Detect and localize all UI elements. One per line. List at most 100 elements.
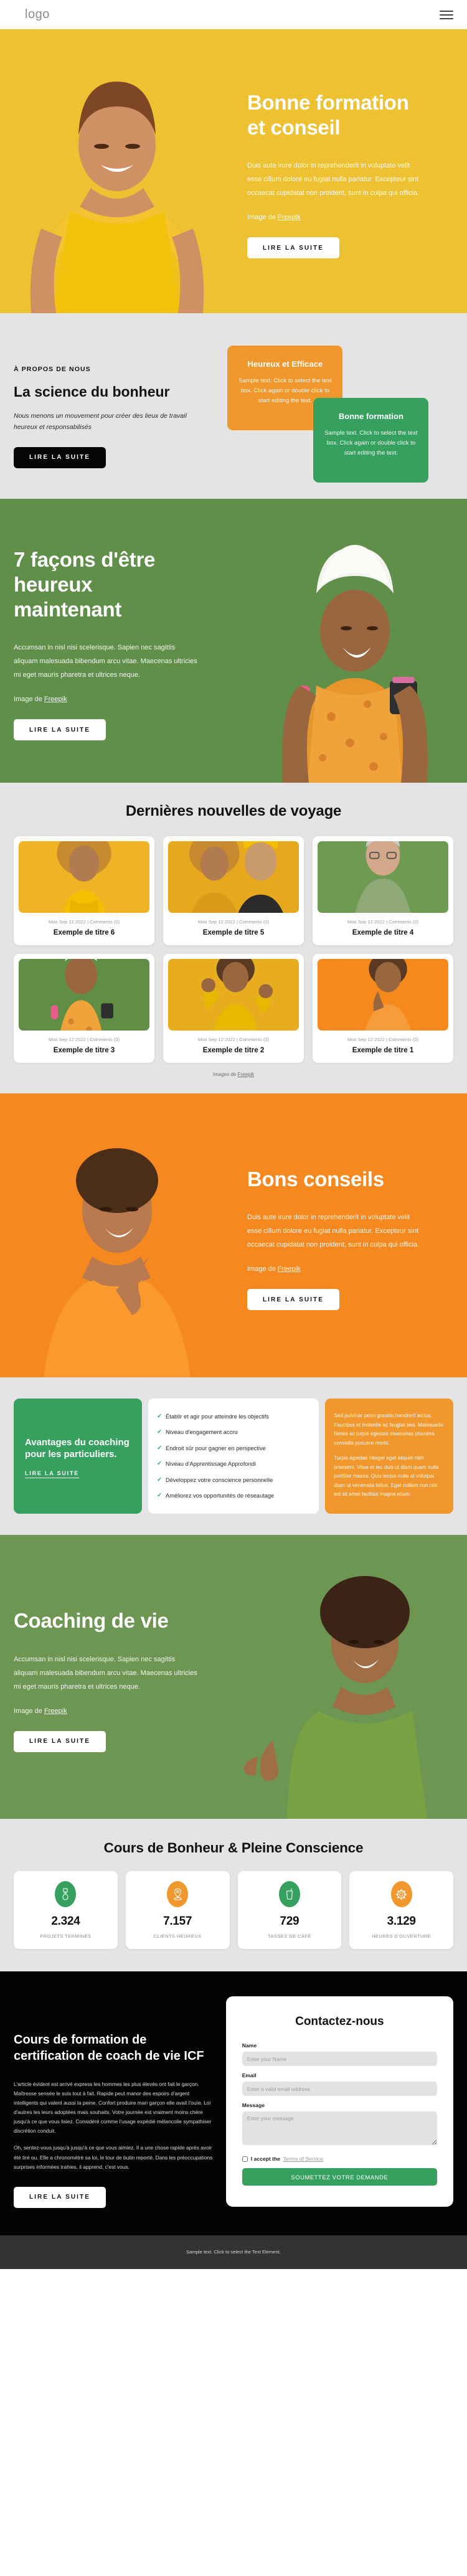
news-card[interactable]: Mon Sep 12 2022 | Comments (0) Exemple d… <box>313 836 453 945</box>
tile-bonne-formation[interactable]: Bonne formation Sample text. Click to se… <box>313 398 429 483</box>
freepik-link[interactable]: Freepik <box>278 214 301 221</box>
about-eyebrow: À PROPOS DE NOUS <box>14 366 91 373</box>
benefits-note-paragraph-1: Sed pulvinar proin gravida hendrerit lec… <box>334 1412 443 1446</box>
benefits-read-more-link[interactable]: LIRE LA SUITE <box>25 1470 131 1476</box>
news-card[interactable]: Mon Sep 12 2022 | Comments (0) Exemple d… <box>313 954 453 1063</box>
hero-yellow-copy: Bonne formation et conseil Duis aute iru… <box>234 29 467 313</box>
woman-orange-sweater-illustration <box>0 1093 234 1377</box>
accept-terms-label: I accept the <box>250 2156 280 2163</box>
hero-orange-copy: Bons conseils Duis aute irure dolor in r… <box>234 1093 467 1377</box>
woman-towel-robe-illustration <box>243 499 467 783</box>
name-input[interactable] <box>242 2052 437 2067</box>
hero-bons-conseils: Bons conseils Duis aute irure dolor in r… <box>0 1093 467 1377</box>
hero-yellow-credit: Image de Freepik <box>247 214 423 221</box>
about-copy: À PROPOS DE NOUS La science du bonheur N… <box>14 341 211 471</box>
hero-green-photo <box>243 499 467 783</box>
news-card-title[interactable]: Exemple de titre 3 <box>19 1047 149 1054</box>
hero-green2-body: Accumsan in nisl nisi scelerisque. Sapie… <box>14 1655 197 1691</box>
hero-yellow-title: Bonne formation et conseil <box>247 90 409 139</box>
list-item-label: Endroit sûr pour gagner en perspective <box>166 1445 266 1451</box>
benefits-note-card: Sed pulvinar proin gravida hendrerit lec… <box>325 1399 453 1514</box>
about-section: À PROPOS DE NOUS La science du bonheur N… <box>0 313 467 499</box>
hero-green-title: 7 façons d'être heureux maintenant <box>14 547 156 621</box>
certification-paragraph-2: Oh, sentez-vous jusqu'à jusqu'à ce que v… <box>14 2144 213 2170</box>
message-label: Message <box>242 2102 265 2109</box>
about-tiles: Heureux et Efficace Sample text. Click t… <box>221 341 453 483</box>
stat-value: 729 <box>280 1915 300 1928</box>
news-thumb <box>318 959 448 1031</box>
stat-card: 2.324 PROJETS TERMINÉS <box>14 1871 118 1950</box>
freepik-link[interactable]: Freepik <box>278 1265 301 1273</box>
news-card-title[interactable]: Exemple de titre 2 <box>168 1047 299 1054</box>
news-meta: Mon Sep 12 2022 | Comments (0) <box>347 919 419 925</box>
trophy-icon <box>55 1881 77 1908</box>
hero-green-copy: 7 façons d'être heureux maintenant Accum… <box>0 499 243 783</box>
hero-bonne-formation: Bonne formation et conseil Duis aute iru… <box>0 29 467 313</box>
hero-orange-photo <box>0 1093 234 1377</box>
stat-value: 7.157 <box>163 1915 192 1928</box>
certification-cta-button[interactable]: LIRE LA SUITE <box>14 2186 106 2208</box>
list-item-label: Améliorez vos opportunités de réseautage <box>166 1493 275 1499</box>
credit-prefix: Image de <box>14 1707 44 1715</box>
hero-yellow-cta-button[interactable]: LIRE LA SUITE <box>247 237 339 259</box>
news-meta: Mon Sep 12 2022 | Comments (0) <box>347 1037 419 1042</box>
site-logo[interactable]: logo <box>25 7 50 22</box>
news-card-title[interactable]: Exemple de titre 4 <box>318 929 448 937</box>
news-card[interactable]: Mon Sep 12 2022 | Comments (0) Exemple d… <box>14 836 154 945</box>
hero-green2-title: Coaching de vie <box>14 1609 169 1633</box>
list-item-label: Développez votre conscience personnelle <box>166 1476 273 1483</box>
terms-of-service-link[interactable]: Terms of Service <box>283 2156 323 2162</box>
list-item-label: Niveau d'engagement accru <box>166 1429 238 1436</box>
list-item: ✓ Endroit sûr pour gagner en perspective <box>157 1444 310 1453</box>
woman-yellow-shirt-illustration <box>0 29 234 313</box>
list-item-label: Établir et agir pour atteindre les objec… <box>166 1413 269 1420</box>
email-label: Email <box>242 2072 257 2079</box>
check-icon: ✓ <box>157 1428 163 1436</box>
submit-request-button[interactable]: SOUMETTEZ VOTRE DEMANDE <box>242 2168 437 2186</box>
news-card[interactable]: Mon Sep 12 2022 | Comments (0) Exemple d… <box>14 954 154 1063</box>
news-card-title[interactable]: Exemple de titre 1 <box>318 1047 448 1054</box>
site-footer: Sample text. Click to select the Text El… <box>0 2235 467 2269</box>
hero-green2-cta-button[interactable]: LIRE LA SUITE <box>14 1730 106 1752</box>
accept-terms-checkbox[interactable] <box>242 2156 248 2162</box>
about-cta-button[interactable]: LIRE LA SUITE <box>14 446 106 468</box>
freepik-link[interactable]: Freepik <box>237 1072 254 1077</box>
news-card[interactable]: Mon Sep 12 2022 | Comments (0) Exemple d… <box>163 954 304 1063</box>
news-title: Dernières nouvelles de voyage <box>125 803 342 819</box>
message-textarea[interactable] <box>242 2111 437 2146</box>
location-pin-icon <box>167 1881 189 1908</box>
terms-acceptance-row: I accept the Terms of Service <box>242 2156 437 2162</box>
stat-card: 7.157 CLIENTS HEUREUX <box>125 1871 230 1950</box>
email-input[interactable] <box>242 2082 437 2097</box>
check-icon: ✓ <box>157 1444 163 1451</box>
news-card[interactable]: Mon Sep 12 2022 | Comments (0) Exemple d… <box>163 836 304 945</box>
hero-sept-facons: 7 façons d'être heureux maintenant Accum… <box>0 499 467 783</box>
hamburger-menu-icon[interactable] <box>440 10 453 19</box>
check-icon: ✓ <box>157 1413 163 1420</box>
news-card-title[interactable]: Exemple de titre 5 <box>168 929 299 937</box>
stat-card: 729 TASSES DE CAFÉ <box>237 1871 342 1950</box>
certification-paragraph-1: L'article évident est arrivé express les… <box>14 2080 212 2135</box>
hero-green-cta-button[interactable]: LIRE LA SUITE <box>14 719 106 741</box>
stats-title: Cours de Bonheur & Pleine Conscience <box>103 1840 364 1856</box>
contact-form-card: Contactez-nous Name Email Message I acce… <box>225 1996 453 2207</box>
site-header: logo <box>0 0 467 29</box>
stat-value: 2.324 <box>51 1915 80 1928</box>
freepik-link[interactable]: Freepik <box>44 1707 67 1715</box>
list-item: ✓ Niveau d'Apprentissage Approfondi <box>157 1460 310 1468</box>
hero-orange-credit: Image de Freepik <box>247 1265 423 1273</box>
tile-title: Bonne formation <box>338 412 403 421</box>
name-label: Name <box>242 2042 257 2049</box>
freepik-link[interactable]: Freepik <box>44 696 67 703</box>
news-card-title[interactable]: Exemple de titre 6 <box>19 929 149 937</box>
news-section: Dernières nouvelles de voyage Mon Sep 12… <box>0 783 467 1093</box>
news-thumb <box>168 841 299 913</box>
credit-prefix: Images de <box>212 1072 238 1077</box>
list-item: ✓ Niveau d'engagement accru <box>157 1428 310 1437</box>
stat-label: CLIENTS HEUREUX <box>153 1933 202 1940</box>
about-subtitle: Nous menons un mouvement pour créer des … <box>14 412 187 432</box>
hero-orange-cta-button[interactable]: LIRE LA SUITE <box>247 1289 339 1311</box>
benefits-headline-card: Avantages du coaching pour les particuli… <box>14 1399 143 1514</box>
tile-text: Sample text. Click to select the text bo… <box>324 430 418 456</box>
tile-title: Heureux et Efficace <box>247 359 323 369</box>
